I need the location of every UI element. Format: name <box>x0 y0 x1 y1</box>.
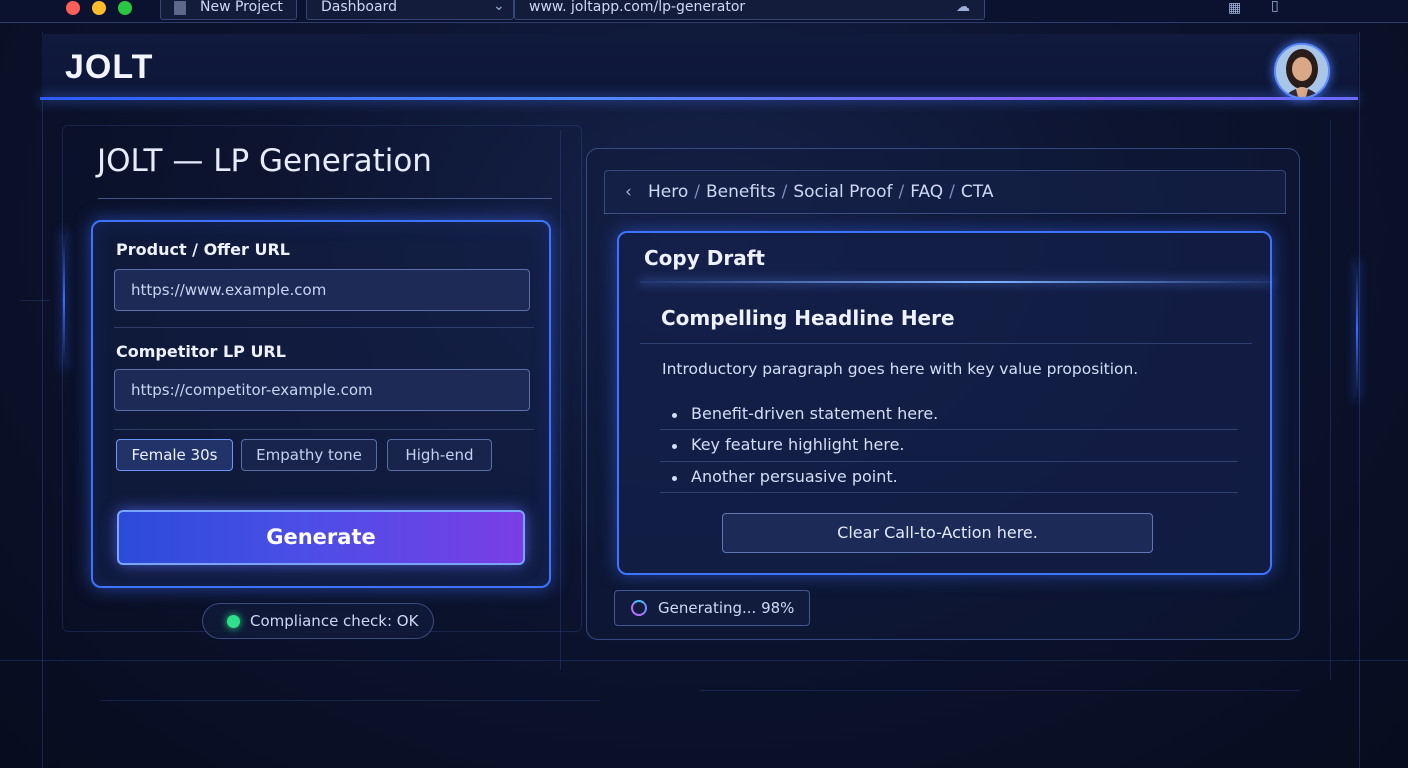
breadcrumb-divider <box>604 213 1286 214</box>
generate-button[interactable]: Generate <box>117 510 525 565</box>
browser-toolbar: New Project Dashboard ⌄ www. joltapp.com… <box>0 0 1408 23</box>
breadcrumb-items: Hero / Benefits / Social Proof / FAQ / CTA <box>648 171 993 213</box>
breadcrumb-separator: / <box>949 182 955 202</box>
maximize-window-icon[interactable] <box>118 1 132 15</box>
page-icon <box>174 1 186 15</box>
close-window-icon[interactable] <box>66 1 80 15</box>
breadcrumb-separator: / <box>781 182 788 202</box>
form-divider <box>114 429 534 430</box>
generation-status-text: Generating... 98% <box>658 599 795 617</box>
user-avatar-icon <box>1276 45 1328 97</box>
bullet-icon <box>672 476 677 481</box>
title-divider <box>98 198 552 199</box>
breadcrumb-faq[interactable]: FAQ <box>910 182 943 202</box>
bullet-item: Benefit-driven statement here. <box>672 404 938 423</box>
browser-tab-label: New Project <box>200 0 283 15</box>
competitor-url-input[interactable]: https://competitor-example.com <box>114 369 530 411</box>
breadcrumb-social-proof[interactable]: Social Proof <box>793 182 892 202</box>
dashboard-select-label: Dashboard <box>321 0 397 15</box>
breadcrumb-separator: / <box>898 182 905 202</box>
chip-empathy-tone[interactable]: Empathy tone <box>241 439 377 471</box>
cloud-icon: ☁ <box>956 0 970 15</box>
bullet-item: Key feature highlight here. <box>672 435 905 454</box>
chip-high-end[interactable]: High-end <box>387 439 492 471</box>
compliance-text: Compliance check: OK <box>250 612 419 630</box>
product-url-input[interactable]: https://www.example.com <box>114 269 530 311</box>
product-url-label: Product / Offer URL <box>116 240 290 259</box>
browser-tab[interactable]: New Project <box>160 0 297 20</box>
grid-icon[interactable]: ▦ <box>1228 0 1241 16</box>
bullet-item: Another persuasive point. <box>672 467 898 486</box>
section-breadcrumb: ‹ Hero / Benefits / Social Proof / FAQ / CTA <box>604 170 1286 214</box>
chevron-left-icon[interactable]: ‹ <box>625 171 632 213</box>
generation-status: Generating... 98% <box>614 590 810 626</box>
cta-button[interactable]: Clear Call-to-Action here. <box>722 513 1153 553</box>
compliance-status: Compliance check: OK <box>202 603 434 639</box>
header-divider <box>40 97 1358 100</box>
address-bar[interactable]: www. joltapp.com/lp-generator ☁ <box>514 0 985 20</box>
draft-headline: Compelling Headline Here <box>661 306 955 330</box>
bullet-text: Benefit-driven statement here. <box>691 404 939 423</box>
bullet-text: Key feature highlight here. <box>691 435 905 454</box>
bullet-text: Another persuasive point. <box>691 467 898 486</box>
breadcrumb-separator: / <box>694 182 700 202</box>
breadcrumb-benefits[interactable]: Benefits <box>706 182 776 202</box>
loading-spinner-icon <box>631 600 647 616</box>
chevron-down-icon: ⌄ <box>493 0 505 14</box>
bullet-icon <box>672 444 677 449</box>
status-ok-icon <box>227 615 240 628</box>
draft-divider <box>640 281 1272 283</box>
app-page: New Project Dashboard ⌄ www. joltapp.com… <box>0 0 1408 768</box>
dashboard-select[interactable]: Dashboard ⌄ <box>306 0 514 20</box>
bullet-divider <box>660 429 1238 430</box>
minimize-window-icon[interactable] <box>92 1 106 15</box>
user-avatar[interactable] <box>1274 43 1330 99</box>
app-header <box>42 34 1358 98</box>
device-icon[interactable]: ▯ <box>1271 0 1279 14</box>
breadcrumb-hero[interactable]: Hero <box>648 182 688 202</box>
headline-divider <box>640 343 1252 344</box>
address-text: www. joltapp.com/lp-generator <box>529 0 746 15</box>
bullet-divider <box>660 461 1238 462</box>
app-logo[interactable]: JOLT <box>65 48 153 87</box>
competitor-url-label: Competitor LP URL <box>116 342 286 361</box>
draft-intro: Introductory paragraph goes here with ke… <box>662 360 1139 378</box>
bullet-icon <box>672 413 677 418</box>
copy-draft-title: Copy Draft <box>644 246 765 270</box>
breadcrumb-cta[interactable]: CTA <box>961 182 994 202</box>
form-divider <box>114 327 534 328</box>
bullet-divider <box>660 492 1238 493</box>
page-title: JOLT — LP Generation <box>97 143 432 179</box>
chip-female-30s[interactable]: Female 30s <box>116 439 233 471</box>
